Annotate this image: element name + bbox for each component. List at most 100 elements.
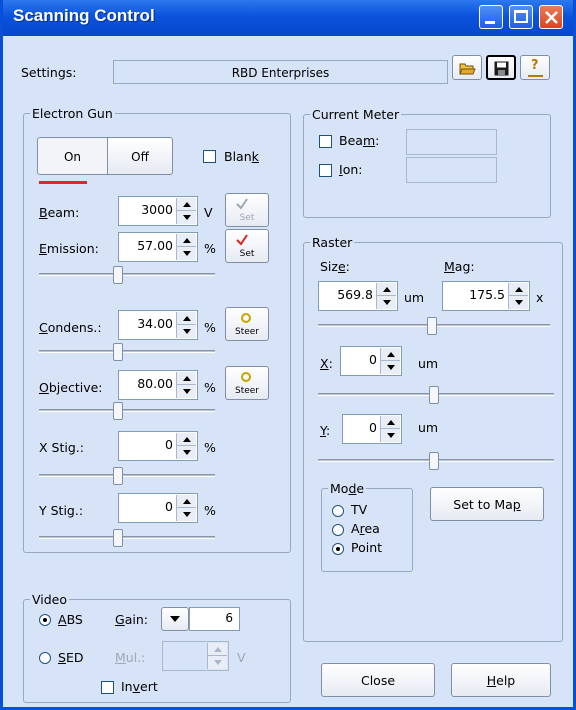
settings-help-button[interactable]: ? (520, 55, 550, 80)
beam-set-button[interactable]: Set (225, 193, 269, 227)
gain-input[interactable]: 6 (189, 607, 240, 631)
condens-down[interactable] (177, 325, 196, 338)
xstig-slider-track[interactable] (39, 474, 215, 477)
title-bar[interactable]: Scanning Control (3, 0, 573, 36)
close-window-button[interactable] (539, 5, 563, 29)
emission-slider-thumb[interactable] (113, 266, 124, 284)
ystig-down[interactable] (177, 508, 196, 521)
condens-label: Condens.: (39, 320, 102, 335)
beam-voltage-input[interactable]: 3000 (118, 196, 198, 226)
objective-down[interactable] (177, 385, 196, 398)
mul-spinner[interactable] (207, 643, 227, 669)
ystig-slider-thumb[interactable] (113, 529, 124, 547)
blank-checkbox[interactable] (203, 150, 216, 163)
chevron-down-icon (170, 616, 180, 622)
emission-input[interactable]: 57.00 (118, 232, 198, 262)
raster-x-slider-thumb[interactable] (428, 386, 439, 404)
objective-slider-track[interactable] (39, 409, 215, 412)
condens-slider-thumb[interactable] (113, 343, 124, 361)
beam-meter-readout (406, 129, 497, 155)
mag-label: Mag: (444, 259, 475, 274)
mag-value: 175.5 (469, 287, 505, 302)
objective-slider-thumb[interactable] (113, 402, 124, 420)
save-settings-button[interactable] (486, 55, 516, 80)
gun-off-button[interactable]: Off (107, 137, 173, 175)
xstig-input[interactable]: 0 (118, 431, 198, 461)
ystig-spinner[interactable] (176, 495, 196, 521)
ystig-value: 0 (165, 499, 173, 514)
size-spinner[interactable] (376, 283, 396, 309)
ion-meter-checkbox[interactable] (319, 164, 332, 177)
mul-down[interactable] (208, 656, 227, 669)
raster-x-spinner[interactable] (380, 348, 400, 374)
raster-y-slider-thumb[interactable] (428, 452, 439, 470)
ystig-input[interactable]: 0 (118, 493, 198, 523)
beam-meter-checkbox[interactable] (319, 135, 332, 148)
raster-y-input[interactable]: 0 (342, 414, 402, 444)
emission-spinner[interactable] (176, 234, 196, 260)
mag-spinner[interactable] (508, 283, 528, 309)
objective-up[interactable] (177, 372, 196, 385)
current-meter-group-label: Current Meter (310, 107, 402, 122)
xstig-up[interactable] (177, 433, 196, 446)
set-to-map-button[interactable]: Set to Map (430, 487, 544, 521)
mag-up[interactable] (509, 283, 528, 296)
beam-voltage-up[interactable] (177, 198, 196, 211)
raster-x-up[interactable] (381, 348, 400, 361)
mul-up[interactable] (208, 643, 227, 656)
raster-y-spinner[interactable] (380, 416, 400, 442)
size-up[interactable] (377, 283, 396, 296)
condens-spinner[interactable] (176, 312, 196, 338)
beam-voltage-spinner[interactable] (176, 198, 196, 224)
settings-name: RBD Enterprises (231, 66, 330, 80)
condens-steer-button[interactable]: Steer (225, 307, 269, 341)
video-group-label: Video (30, 592, 70, 607)
objective-steer-button[interactable]: Steer (225, 366, 269, 400)
mode-area-radio[interactable] (332, 524, 344, 536)
condens-up[interactable] (177, 312, 196, 325)
raster-x-input[interactable]: 0 (340, 346, 402, 376)
objective-input[interactable]: 80.00 (118, 370, 198, 400)
invert-checkbox[interactable] (101, 681, 114, 694)
xstig-down[interactable] (177, 446, 196, 459)
minimize-button[interactable] (479, 5, 503, 29)
mode-tv-radio[interactable] (332, 505, 344, 517)
open-settings-button[interactable] (452, 55, 482, 80)
check-icon (236, 198, 248, 210)
condens-input[interactable]: 34.00 (118, 310, 198, 340)
raster-y-up[interactable] (381, 416, 400, 429)
size-down[interactable] (377, 296, 396, 309)
close-button[interactable]: Close (321, 663, 435, 697)
raster-y-down[interactable] (381, 429, 400, 442)
mag-input[interactable]: 175.5 (442, 281, 530, 311)
emission-down[interactable] (177, 247, 196, 260)
objective-label: Objective: (39, 380, 103, 395)
beam-voltage-down[interactable] (177, 211, 196, 224)
gain-dropdown-button[interactable] (161, 607, 189, 631)
video-abs-radio[interactable] (39, 614, 51, 626)
size-slider-thumb[interactable] (426, 317, 437, 335)
video-sed-radio[interactable] (39, 652, 51, 664)
emission-up[interactable] (177, 234, 196, 247)
condens-slider-track[interactable] (39, 350, 215, 353)
condens-value: 34.00 (137, 316, 173, 331)
emission-set-button[interactable]: Set (225, 229, 269, 263)
maximize-button[interactable] (509, 5, 533, 29)
blank-label: Blank (224, 149, 259, 164)
help-button[interactable]: Help (451, 663, 551, 697)
xstig-spinner[interactable] (176, 433, 196, 459)
mag-down[interactable] (509, 296, 528, 309)
xstig-slider-thumb[interactable] (113, 467, 124, 485)
ystig-up[interactable] (177, 495, 196, 508)
emission-slider-track[interactable] (39, 273, 215, 276)
raster-x-down[interactable] (381, 361, 400, 374)
spin-down-icon (515, 300, 523, 305)
objective-spinner[interactable] (176, 372, 196, 398)
mode-point-label: Point (351, 540, 383, 555)
check-icon (236, 234, 248, 246)
mode-point-radio[interactable] (332, 543, 344, 555)
ystig-slider-track[interactable] (39, 536, 215, 539)
size-input[interactable]: 569.8 (318, 281, 398, 311)
mul-input[interactable] (162, 641, 229, 671)
gun-on-button[interactable]: On (37, 137, 107, 175)
